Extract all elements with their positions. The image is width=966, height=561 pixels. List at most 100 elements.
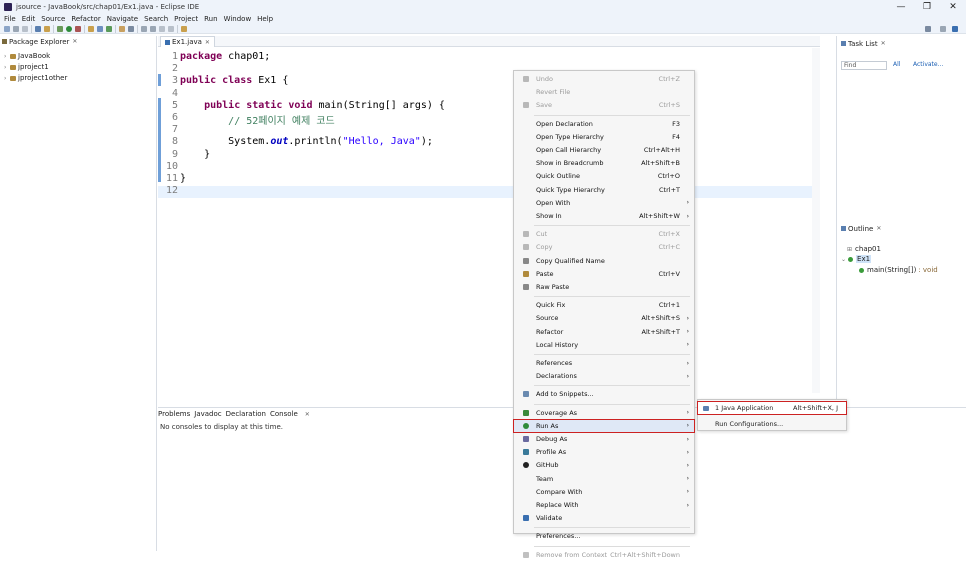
menu-item-open-call-hierarchy[interactable]: Open Call Hierarchy Ctrl+Alt+H bbox=[514, 144, 694, 156]
menu-item-show-in-breadcrumb[interactable]: Show in Breadcrumb Alt+Shift+B bbox=[514, 157, 694, 169]
code-editor[interactable]: 1 package chap01; 2 3 public class Ex1 {4 5 p… bbox=[158, 48, 820, 393]
task-activate-link[interactable]: Activate... bbox=[913, 61, 943, 68]
run-java-application-item[interactable]: 1 Java Application Alt+Shift+X, J bbox=[697, 401, 847, 415]
menu-item-references[interactable]: References › bbox=[514, 357, 694, 369]
line-number: 8 bbox=[171, 136, 178, 148]
menu-item-copy[interactable]: Copy Ctrl+C bbox=[514, 241, 694, 253]
tab-package-explorer[interactable]: Package Explorer ✕ bbox=[2, 36, 77, 47]
open-perspective-icon[interactable] bbox=[940, 26, 946, 32]
save-all-icon[interactable] bbox=[22, 26, 28, 32]
menu-run[interactable]: Run bbox=[204, 15, 217, 23]
menu-item-quick-type-hierarchy[interactable]: Quick Type Hierarchy Ctrl+T bbox=[514, 184, 694, 196]
java-perspective-icon[interactable] bbox=[952, 26, 958, 32]
menu-item-undo[interactable]: Undo Ctrl+Z bbox=[514, 73, 694, 85]
task-find-input[interactable]: Find bbox=[841, 61, 887, 70]
tree-item-jproject1[interactable]: › jproject1 bbox=[4, 62, 49, 72]
menu-item-preferences[interactable]: Preferences... bbox=[514, 530, 694, 542]
pin-editor-icon[interactable] bbox=[181, 26, 187, 32]
back-icon[interactable] bbox=[159, 26, 165, 32]
tab-declaration[interactable]: Declaration bbox=[226, 410, 266, 418]
editor-vertical-scrollbar[interactable] bbox=[812, 48, 820, 393]
tree-item-jproject1other[interactable]: › jproject1other bbox=[4, 73, 67, 83]
tab-outline[interactable]: Outline ✕ bbox=[841, 223, 881, 234]
menu-item-compare-with[interactable]: Compare With › bbox=[514, 486, 694, 498]
terminal-icon[interactable] bbox=[35, 26, 41, 32]
save-toolbar-icon[interactable] bbox=[13, 26, 19, 32]
task-filter-all[interactable]: All bbox=[893, 61, 900, 68]
menu-item-run-as[interactable]: Run As › bbox=[513, 418, 695, 433]
menu-item-copy-qualified-name[interactable]: Copy Qualified Name bbox=[514, 255, 694, 267]
tab-javadoc[interactable]: Javadoc bbox=[194, 410, 221, 418]
menu-item-show-in[interactable]: Show In Alt+Shift+W › bbox=[514, 210, 694, 222]
menu-item-debug-as[interactable]: Debug As › bbox=[514, 433, 694, 445]
previous-annotation-icon[interactable] bbox=[150, 26, 156, 32]
menu-edit[interactable]: Edit bbox=[22, 15, 36, 23]
forward-icon[interactable] bbox=[168, 26, 174, 32]
minimize-button[interactable]: — bbox=[888, 0, 914, 14]
menu-item-revert-file[interactable]: Revert File bbox=[514, 86, 694, 98]
debug-toolbar-icon[interactable] bbox=[57, 26, 63, 32]
menu-item-profile-as[interactable]: Profile As › bbox=[514, 446, 694, 458]
close-icon[interactable]: ✕ bbox=[72, 38, 77, 45]
menu-item-declarations[interactable]: Declarations › bbox=[514, 370, 694, 382]
menu-item-team[interactable]: Team › bbox=[514, 473, 694, 485]
menu-item-quick-outline[interactable]: Quick Outline Ctrl+O bbox=[514, 170, 694, 182]
menu-item-replace-with[interactable]: Replace With › bbox=[514, 499, 694, 511]
close-button[interactable]: ✕ bbox=[940, 0, 966, 14]
menu-item-cut[interactable]: Cut Ctrl+X bbox=[514, 228, 694, 240]
menu-item-label: Copy Qualified Name bbox=[536, 256, 605, 265]
menu-item-refactor[interactable]: Refactor Alt+Shift+T › bbox=[514, 326, 694, 338]
chevron-down-icon[interactable]: ⌄ bbox=[841, 256, 846, 263]
menu-item-quick-fix[interactable]: Quick Fix Ctrl+1 bbox=[514, 299, 694, 311]
next-annotation-icon[interactable] bbox=[141, 26, 147, 32]
outline-item-package[interactable]: ⊞ chap01 bbox=[847, 245, 881, 253]
close-icon[interactable]: ✕ bbox=[305, 411, 310, 418]
tab-console[interactable]: Console bbox=[270, 410, 298, 418]
outline-item-class[interactable]: ⌄ Ex1 bbox=[841, 255, 872, 263]
menu-item-coverage-as[interactable]: Coverage As › bbox=[514, 407, 694, 419]
tab-ex1-java[interactable]: Ex1.java ✕ bbox=[160, 36, 215, 47]
close-icon[interactable]: ✕ bbox=[876, 225, 881, 232]
menu-project[interactable]: Project bbox=[174, 15, 198, 23]
close-icon[interactable]: ✕ bbox=[881, 40, 886, 47]
close-icon[interactable]: ✕ bbox=[205, 39, 210, 46]
menu-item-open-with[interactable]: Open With › bbox=[514, 197, 694, 209]
menu-item-label: Undo bbox=[536, 75, 553, 83]
tree-item-javabook[interactable]: › JavaBook bbox=[4, 51, 50, 61]
menu-item-open-declaration[interactable]: Open Declaration F3 bbox=[514, 118, 694, 130]
new-package-icon[interactable] bbox=[97, 26, 103, 32]
menu-item-raw-paste[interactable]: Raw Paste bbox=[514, 281, 694, 293]
menu-item-add-to-snippets[interactable]: Add to Snippets... bbox=[514, 388, 694, 400]
remove-context-icon bbox=[523, 551, 529, 558]
menu-help[interactable]: Help bbox=[257, 15, 273, 23]
outline-item-method[interactable]: main(String[]) : void bbox=[859, 266, 938, 274]
menu-item-github[interactable]: GitHub › bbox=[514, 459, 694, 471]
new-icon[interactable] bbox=[4, 26, 10, 32]
menu-source[interactable]: Source bbox=[41, 15, 65, 23]
menu-item-remove-from-context[interactable]: Remove from Context Ctrl+Alt+Shift+Down bbox=[514, 549, 694, 561]
search-toolbar-icon[interactable] bbox=[128, 26, 134, 32]
menu-search[interactable]: Search bbox=[144, 15, 168, 23]
menu-item-open-type-hierarchy[interactable]: Open Type Hierarchy F4 bbox=[514, 131, 694, 143]
menu-navigate[interactable]: Navigate bbox=[107, 15, 138, 23]
menu-item-paste[interactable]: Paste Ctrl+V bbox=[514, 268, 694, 280]
new-java-project-icon[interactable] bbox=[88, 26, 94, 32]
tab-task-list[interactable]: Task List ✕ bbox=[841, 38, 886, 49]
menu-item-local-history[interactable]: Local History › bbox=[514, 339, 694, 351]
menu-item-save[interactable]: Save Ctrl+S bbox=[514, 99, 694, 111]
run-configurations-item[interactable]: Run Configurations... bbox=[698, 418, 846, 430]
maximize-button[interactable]: ❐ bbox=[914, 0, 940, 14]
menu-file[interactable]: File bbox=[4, 15, 16, 23]
tab-problems[interactable]: Problems bbox=[158, 410, 190, 418]
menu-item-shortcut: Ctrl+Alt+Shift+Down bbox=[610, 550, 680, 559]
search-icon[interactable] bbox=[925, 26, 931, 32]
menu-window[interactable]: Window bbox=[224, 15, 252, 23]
menu-refactor[interactable]: Refactor bbox=[71, 15, 100, 23]
new-class-icon[interactable] bbox=[106, 26, 112, 32]
external-tools-icon[interactable] bbox=[75, 26, 81, 32]
menu-item-source[interactable]: Source Alt+Shift+S › bbox=[514, 312, 694, 324]
skip-breakpoints-icon[interactable] bbox=[44, 26, 50, 32]
open-type-icon[interactable] bbox=[119, 26, 125, 32]
run-toolbar-icon[interactable] bbox=[66, 26, 72, 32]
menu-item-validate[interactable]: Validate bbox=[514, 512, 694, 524]
